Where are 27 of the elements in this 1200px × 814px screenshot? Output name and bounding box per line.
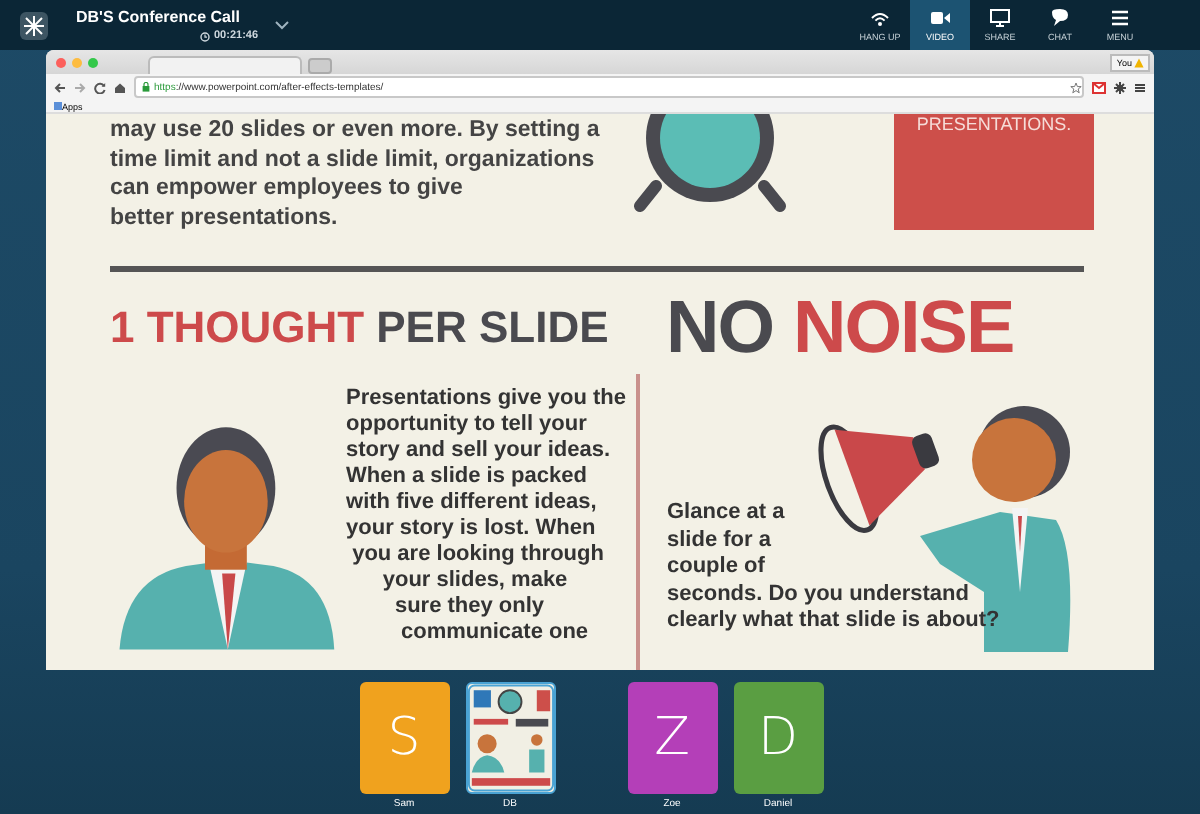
- slide-paragraph: Presentations give you the opportunity to tell your story and sell your ideas. When a slide is packed with five different ideas, your story is lost. When you are looking through your slides, make sure they only communicate one: [346, 386, 626, 648]
- menu-icon: [1110, 8, 1130, 28]
- slide-heading: NOISE: [793, 286, 1014, 370]
- menu-icon[interactable]: [1134, 81, 1146, 93]
- home-icon[interactable]: [114, 81, 126, 93]
- star-icon[interactable]: [1070, 81, 1082, 93]
- slide-paragraph: may use 20 slides or even more. By setting a time limit and not a slide limit, organizations can empower employees to give better presentations.: [110, 116, 602, 232]
- chevron-down-icon[interactable]: [274, 20, 291, 30]
- shared-screen-thumbnail[interactable]: [465, 682, 555, 794]
- clock-icon: [200, 31, 210, 41]
- app-logo-icon: [20, 11, 48, 39]
- video-camera-icon: [930, 8, 950, 28]
- monitor-icon: [990, 8, 1010, 28]
- reload-icon[interactable]: [94, 81, 106, 93]
- chat-bubble-icon: [1050, 8, 1070, 28]
- slide-banner: PRESENTATIONS.: [894, 114, 1094, 230]
- mail-icon[interactable]: [1092, 81, 1106, 93]
- call-title: DB'S Conference Call: [76, 8, 242, 26]
- back-icon[interactable]: [54, 81, 66, 93]
- apps-grid-icon: [54, 101, 62, 109]
- participant-avatar[interactable]: Z: [627, 682, 717, 794]
- slide-heading: PER SLIDE: [376, 302, 609, 354]
- lock-icon: [142, 82, 150, 92]
- warning-icon: [1134, 57, 1144, 67]
- slide-heading: 1 THOUGHT: [110, 302, 365, 354]
- settings-icon[interactable]: [1114, 81, 1126, 93]
- slide-heading: NO: [666, 286, 773, 370]
